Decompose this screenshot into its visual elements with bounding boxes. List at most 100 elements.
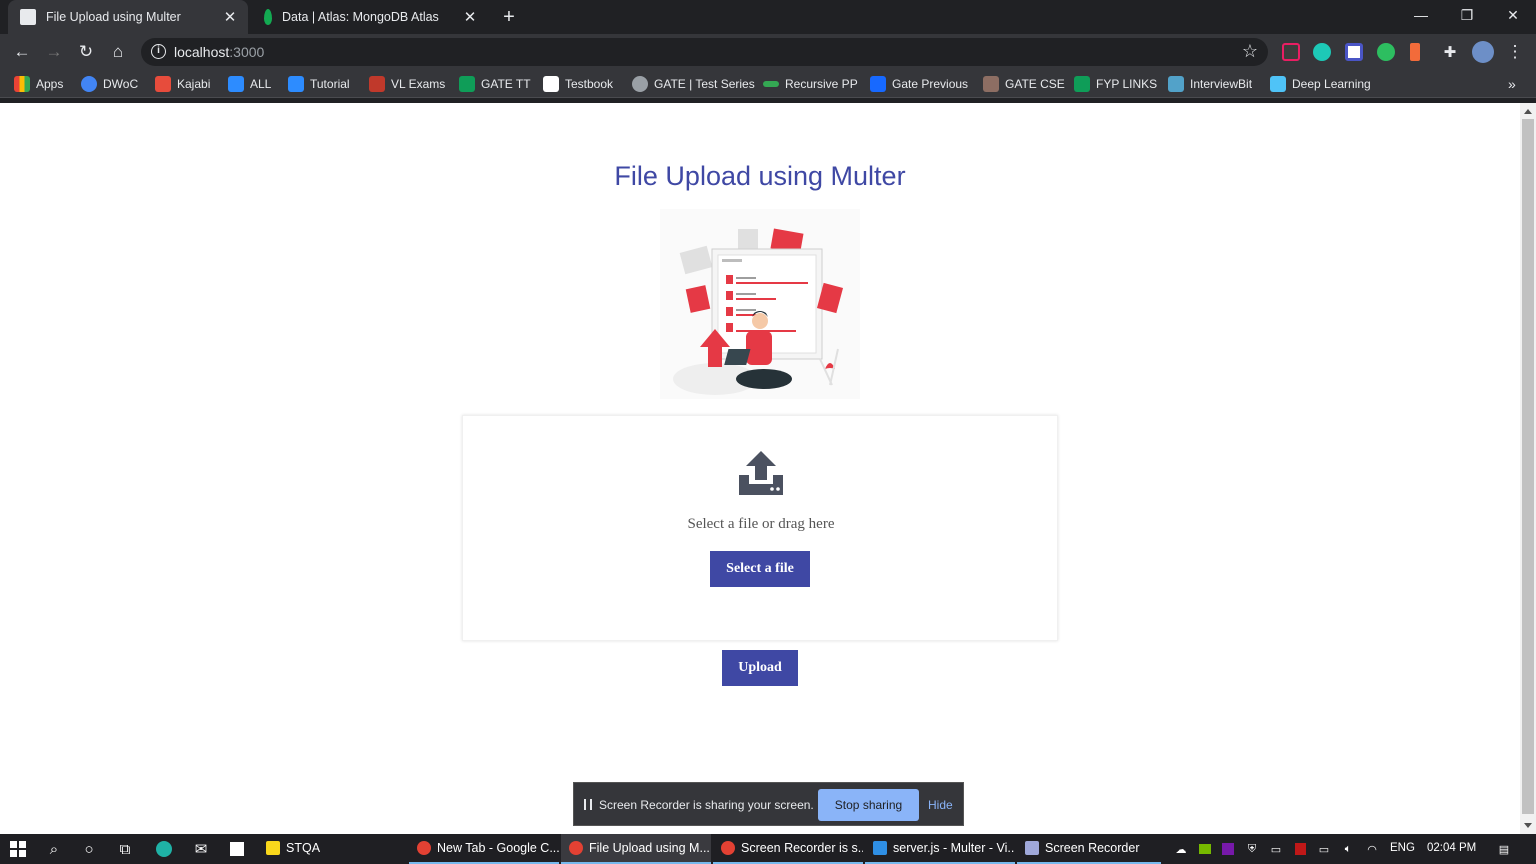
- url-text: localhost:3000: [174, 44, 264, 60]
- home-icon[interactable]: ⌂: [106, 40, 130, 64]
- search-icon[interactable]: ⌕: [44, 839, 64, 859]
- battery-icon[interactable]: ▭: [1317, 842, 1331, 856]
- scroll-up-arrow-icon[interactable]: [1524, 109, 1532, 114]
- bookmark-recursive-pp[interactable]: Recursive PP: [763, 75, 858, 93]
- taskbar-app-new-tab[interactable]: New Tab - Google C...: [409, 834, 559, 864]
- tab-title: Data | Atlas: MongoDB Atlas: [282, 10, 439, 24]
- profile-avatar[interactable]: [1472, 41, 1494, 63]
- close-icon[interactable]: ✕: [460, 7, 480, 27]
- taskbar-app-file-upload[interactable]: File Upload using M...: [561, 834, 711, 864]
- tab-strip: File Upload using Multer ✕ Data | Atlas:…: [0, 0, 1536, 34]
- taskbar-app-screen-recorder[interactable]: Screen Recorder: [1017, 834, 1161, 864]
- bookmark-testbook[interactable]: Testbook: [543, 75, 613, 93]
- bookmark-label: GATE TT: [481, 77, 531, 91]
- extension-bookmark-icon[interactable]: [1410, 43, 1420, 61]
- upload-illustration: [660, 209, 860, 399]
- wifi-icon[interactable]: ◠: [1365, 842, 1379, 856]
- mail-icon[interactable]: ✉: [191, 839, 211, 859]
- tab-file-upload[interactable]: File Upload using Multer ✕: [8, 0, 248, 34]
- taskbar-app-label: Screen Recorder: [1045, 841, 1140, 855]
- bookmark-gate-test-series[interactable]: GATE | Test Series: [632, 75, 755, 93]
- kajabi-icon: [155, 76, 171, 92]
- bookmark-label: Recursive PP: [785, 77, 858, 91]
- edge-icon[interactable]: [154, 839, 174, 859]
- evernote-icon[interactable]: [1377, 43, 1395, 61]
- bookmark-gate-previous[interactable]: Gate Previous: [870, 75, 968, 93]
- bookmark-kajabi[interactable]: Kajabi: [155, 75, 210, 93]
- new-tab-button[interactable]: +: [498, 6, 520, 28]
- notification-icon[interactable]: ▤: [1495, 841, 1513, 857]
- bookmarks-bar: Apps DWoC Kajabi ALL Tutorial VL Exams G…: [0, 70, 1536, 98]
- minimize-button[interactable]: —: [1398, 0, 1444, 30]
- mcafee-icon[interactable]: [1293, 842, 1307, 856]
- bookmark-deep-learning[interactable]: Deep Learning: [1270, 75, 1371, 93]
- bookmark-gate-tt[interactable]: GATE TT: [459, 75, 531, 93]
- back-arrow-icon[interactable]: ←: [10, 40, 34, 64]
- stop-sharing-button[interactable]: Stop sharing: [818, 789, 919, 821]
- bookmark-dwoc[interactable]: DWoC: [81, 75, 138, 93]
- close-icon[interactable]: ✕: [220, 7, 240, 27]
- taskbar-app-label: New Tab - Google C...: [437, 841, 559, 855]
- security-shield-icon[interactable]: ⛨: [1245, 842, 1259, 856]
- bookmark-gate-cse[interactable]: GATE CSE: [983, 75, 1065, 93]
- behance-icon: [870, 76, 886, 92]
- taskbar-app-stqa[interactable]: STQA: [258, 834, 405, 864]
- screen-share-bar: Screen Recorder is sharing your screen. …: [573, 782, 964, 826]
- scrollbar-thumb[interactable]: [1522, 119, 1534, 814]
- bookmark-apps[interactable]: Apps: [14, 75, 63, 93]
- extension-recorder-icon[interactable]: [1345, 43, 1363, 61]
- windows-start-icon[interactable]: [8, 839, 28, 859]
- bookmark-label: GATE CSE: [1005, 77, 1065, 91]
- bookmark-all[interactable]: ALL: [228, 75, 271, 93]
- forward-arrow-icon[interactable]: →: [42, 40, 66, 64]
- menu-kebab-icon[interactable]: ⋮: [1503, 40, 1527, 64]
- file-drop-zone[interactable]: Select a file or drag here Select a file: [462, 415, 1058, 641]
- tab-mongodb-atlas[interactable]: Data | Atlas: MongoDB Atlas ✕: [250, 0, 488, 34]
- bookmark-label: VL Exams: [391, 77, 446, 91]
- screen-recorder-icon: [1025, 841, 1039, 855]
- info-icon[interactable]: i: [151, 44, 166, 59]
- tab-title: File Upload using Multer: [46, 10, 181, 24]
- bookmark-label: Apps: [36, 77, 64, 91]
- onenote-icon[interactable]: [1221, 842, 1235, 856]
- bookmark-label: Tutorial: [310, 77, 350, 91]
- window-close-button[interactable]: ✕: [1490, 0, 1536, 30]
- volume-icon[interactable]: 🔈︎: [1341, 842, 1355, 856]
- address-bar[interactable]: i localhost:3000 ☆: [141, 38, 1268, 66]
- language-indicator[interactable]: ENG: [1390, 842, 1415, 854]
- extensions-puzzle-icon[interactable]: ✚: [1438, 40, 1462, 64]
- bookmark-star-icon[interactable]: ☆: [1242, 41, 1258, 62]
- select-file-button[interactable]: Select a file: [710, 551, 810, 587]
- zoom-icon: [288, 76, 304, 92]
- maximize-button[interactable]: ❐: [1444, 0, 1490, 30]
- folder-icon: [266, 841, 280, 855]
- taskbar-app-label: server.js - Multer - Vi...: [893, 841, 1015, 855]
- bookmark-label: GATE | Test Series: [654, 77, 755, 91]
- taskbar-app-screen-recorder-chrome[interactable]: Screen Recorder is s...: [713, 834, 863, 864]
- task-view-icon[interactable]: ⧉: [115, 839, 135, 859]
- reload-icon[interactable]: ↻: [74, 40, 98, 64]
- bookmark-vl-exams[interactable]: VL Exams: [369, 75, 445, 93]
- nvidia-icon[interactable]: [1198, 842, 1212, 856]
- extension-pen-icon[interactable]: [1282, 43, 1300, 61]
- bookmark-interviewbit[interactable]: InterviewBit: [1168, 75, 1252, 93]
- onedrive-icon[interactable]: ☁: [1174, 842, 1188, 856]
- page-scrollbar[interactable]: [1520, 103, 1536, 834]
- upload-button[interactable]: Upload: [722, 650, 798, 686]
- clock[interactable]: 02:04 PM: [1427, 842, 1476, 854]
- bookmarks-overflow-button[interactable]: »: [1508, 75, 1516, 93]
- taskbar-app-vscode[interactable]: server.js - Multer - Vi...: [865, 834, 1015, 864]
- scroll-down-arrow-icon[interactable]: [1524, 823, 1532, 828]
- cortana-icon[interactable]: ○: [79, 839, 99, 859]
- mongodb-leaf-icon: [264, 9, 272, 25]
- bookmark-label: Deep Learning: [1292, 77, 1371, 91]
- drive-icon[interactable]: ▭: [1269, 842, 1283, 856]
- deep-learning-icon: [1270, 76, 1286, 92]
- bookmark-tutorial[interactable]: Tutorial: [288, 75, 350, 93]
- store-icon[interactable]: [227, 839, 247, 859]
- bookmark-label: ALL: [250, 77, 272, 91]
- bookmark-fyp-links[interactable]: FYP LINKS: [1074, 75, 1157, 93]
- windows-taskbar: ⌕ ○ ⧉ ✉ STQA New Tab - Google C... File …: [0, 834, 1536, 864]
- extension-m-icon[interactable]: [1313, 43, 1331, 61]
- hide-link[interactable]: Hide: [928, 798, 953, 812]
